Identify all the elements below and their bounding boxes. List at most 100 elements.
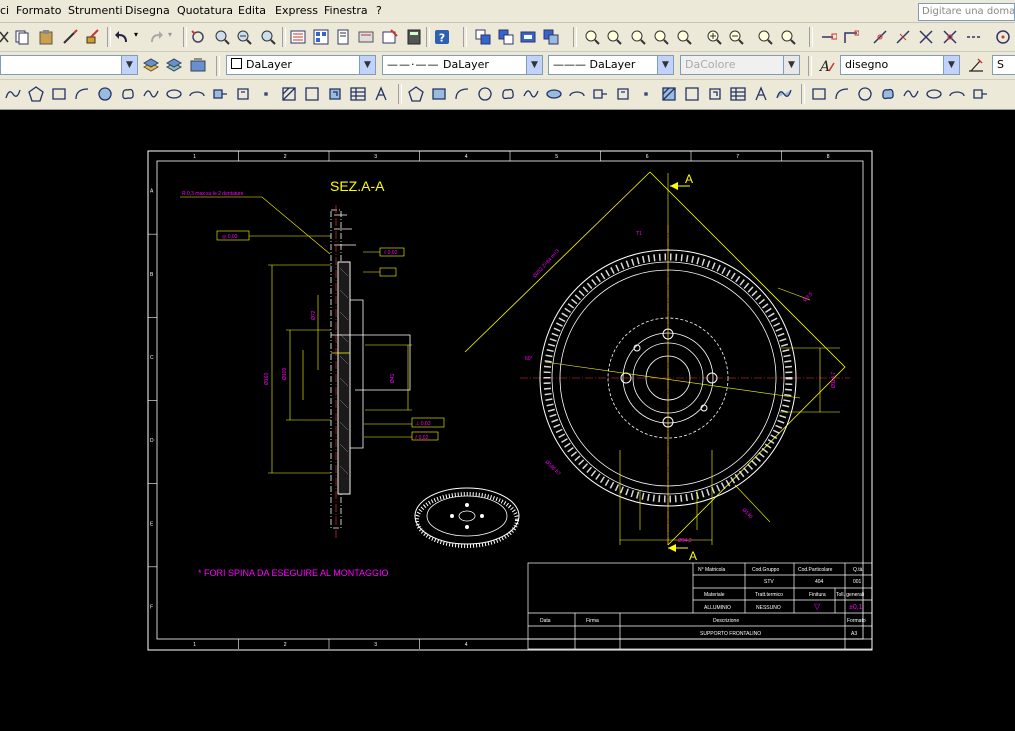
fillet-icon[interactable] bbox=[753, 86, 769, 102]
zoom-window-icon[interactable] bbox=[236, 29, 252, 45]
help-search-input[interactable]: Digitare una domanda bbox=[918, 3, 1015, 21]
text-style-combo[interactable]: disegno ▼ bbox=[840, 55, 960, 75]
zoom-object-icon[interactable] bbox=[676, 29, 692, 45]
calculator-icon[interactable] bbox=[406, 29, 422, 45]
scale-icon[interactable] bbox=[569, 86, 585, 102]
linear-dim-icon[interactable] bbox=[811, 86, 827, 102]
chevron-down-icon[interactable]: ▼ bbox=[657, 56, 673, 74]
spline-icon[interactable] bbox=[143, 86, 159, 102]
layer-combo[interactable]: ▼ bbox=[0, 55, 138, 75]
arc-length-icon[interactable] bbox=[857, 86, 873, 102]
lineweight-combo[interactable]: ——— DaLayer ▼ bbox=[548, 55, 674, 75]
break-icon[interactable] bbox=[684, 86, 700, 102]
chevron-down-icon[interactable]: ▼ bbox=[359, 56, 375, 74]
pan-realtime-icon[interactable] bbox=[190, 29, 206, 45]
design-center-icon[interactable] bbox=[313, 29, 329, 45]
zoom-realtime-icon[interactable] bbox=[214, 29, 230, 45]
zoom-previous-icon[interactable] bbox=[260, 29, 276, 45]
chevron-down-icon[interactable]: ▼ bbox=[121, 56, 137, 74]
angular-dim-icon[interactable] bbox=[972, 86, 988, 102]
extend-icon[interactable] bbox=[638, 86, 654, 102]
erase-icon[interactable] bbox=[408, 86, 424, 102]
osnap-extension-icon[interactable] bbox=[918, 29, 934, 45]
zoom-all-icon[interactable] bbox=[757, 29, 773, 45]
ordinate-dim-icon[interactable] bbox=[880, 86, 896, 102]
aligned-dim-icon[interactable] bbox=[834, 86, 850, 102]
menu-edita[interactable]: Edita bbox=[238, 4, 266, 17]
zoom-scale-icon[interactable] bbox=[630, 29, 646, 45]
gradient-icon[interactable] bbox=[304, 86, 320, 102]
redo-dropdown-icon[interactable]: ▾ bbox=[168, 30, 172, 39]
revision-cloud-icon[interactable] bbox=[120, 86, 136, 102]
zoom-center-icon[interactable] bbox=[653, 29, 669, 45]
jogged-dim-icon[interactable] bbox=[926, 86, 942, 102]
properties-icon[interactable] bbox=[290, 29, 306, 45]
join-icon[interactable] bbox=[707, 86, 723, 102]
radius-dim-icon[interactable] bbox=[903, 86, 919, 102]
ellipse-arc-icon[interactable] bbox=[189, 86, 205, 102]
table-icon[interactable] bbox=[350, 86, 366, 102]
menu-strumenti[interactable]: Strumenti bbox=[68, 4, 123, 17]
markup-icon[interactable] bbox=[382, 29, 398, 45]
break-at-point-icon[interactable] bbox=[661, 86, 677, 102]
match-properties-icon[interactable] bbox=[62, 29, 78, 45]
polygon-icon[interactable] bbox=[28, 86, 44, 102]
zoom-plus-icon[interactable] bbox=[706, 29, 722, 45]
dim-style-icon[interactable] bbox=[968, 57, 984, 73]
layer-previous-icon[interactable] bbox=[190, 57, 206, 73]
zoom-in-icon[interactable] bbox=[584, 29, 600, 45]
send-under-icon[interactable] bbox=[543, 29, 559, 45]
drawing-canvas[interactable]: 1 2 3 4 5 6 7 8 1 2 3 4 A B C D E F SEZ.A-A R 0,3 max s… bbox=[0, 110, 1015, 731]
rectangle-icon[interactable] bbox=[51, 86, 67, 102]
menu-finestra[interactable]: Finestra bbox=[324, 4, 368, 17]
trim-icon[interactable] bbox=[615, 86, 631, 102]
ellipse-icon[interactable] bbox=[166, 86, 182, 102]
hatch-icon[interactable] bbox=[281, 86, 297, 102]
undo-icon[interactable] bbox=[114, 29, 130, 45]
zoom-extents-icon[interactable] bbox=[780, 29, 796, 45]
chevron-down-icon[interactable]: ▼ bbox=[526, 56, 542, 74]
menu-quotatura[interactable]: Quotatura bbox=[177, 4, 233, 17]
help-icon[interactable]: ? bbox=[434, 29, 450, 45]
osnap-parallel-icon[interactable] bbox=[966, 29, 982, 45]
tool-palettes-icon[interactable] bbox=[336, 29, 352, 45]
copy-object-icon[interactable] bbox=[431, 86, 447, 102]
rotate-icon[interactable] bbox=[546, 86, 562, 102]
text-style-icon[interactable]: A bbox=[819, 57, 835, 73]
polyline-icon[interactable] bbox=[5, 86, 21, 102]
menu-disegna[interactable]: Disegna bbox=[125, 4, 170, 17]
bring-above-icon[interactable] bbox=[520, 29, 536, 45]
menu-express[interactable]: Express bbox=[275, 4, 318, 17]
chevron-down-icon[interactable]: ▼ bbox=[943, 56, 959, 74]
draw-order-back-icon[interactable] bbox=[498, 29, 514, 45]
paste-icon[interactable] bbox=[38, 29, 54, 45]
zoom-minus-icon[interactable] bbox=[728, 29, 744, 45]
draw-order-front-icon[interactable] bbox=[475, 29, 491, 45]
dim-style-combo[interactable]: S bbox=[992, 55, 1015, 75]
offset-icon[interactable] bbox=[477, 86, 493, 102]
color-combo[interactable]: DaLayer ▼ bbox=[226, 55, 376, 75]
make-layer-current-icon[interactable] bbox=[143, 57, 159, 73]
undo-dropdown-icon[interactable]: ▾ bbox=[134, 30, 138, 39]
osnap-apparent-icon[interactable] bbox=[895, 29, 911, 45]
point-icon[interactable] bbox=[258, 86, 274, 102]
menu-ci[interactable]: ci bbox=[0, 4, 9, 17]
multiline-text-icon[interactable] bbox=[373, 86, 389, 102]
stretch-icon[interactable] bbox=[592, 86, 608, 102]
explode-icon[interactable] bbox=[776, 86, 792, 102]
region-icon[interactable] bbox=[327, 86, 343, 102]
layer-manager-icon[interactable] bbox=[166, 57, 182, 73]
chamfer-icon[interactable] bbox=[730, 86, 746, 102]
sheet-set-icon[interactable] bbox=[358, 29, 374, 45]
linetype-combo[interactable]: ——·—— DaLayer ▼ bbox=[382, 55, 543, 75]
osnap-endpoint-icon[interactable] bbox=[821, 29, 837, 45]
redo-icon[interactable] bbox=[148, 29, 164, 45]
menu-formato[interactable]: Formato bbox=[16, 4, 62, 17]
osnap-intersection-icon[interactable] bbox=[872, 29, 888, 45]
arc-icon[interactable] bbox=[74, 86, 90, 102]
diameter-dim-icon[interactable] bbox=[949, 86, 965, 102]
insert-block-icon[interactable] bbox=[212, 86, 228, 102]
osnap-center-icon[interactable] bbox=[995, 29, 1011, 45]
zoom-dynamic-icon[interactable] bbox=[606, 29, 622, 45]
circle-icon[interactable] bbox=[97, 86, 113, 102]
